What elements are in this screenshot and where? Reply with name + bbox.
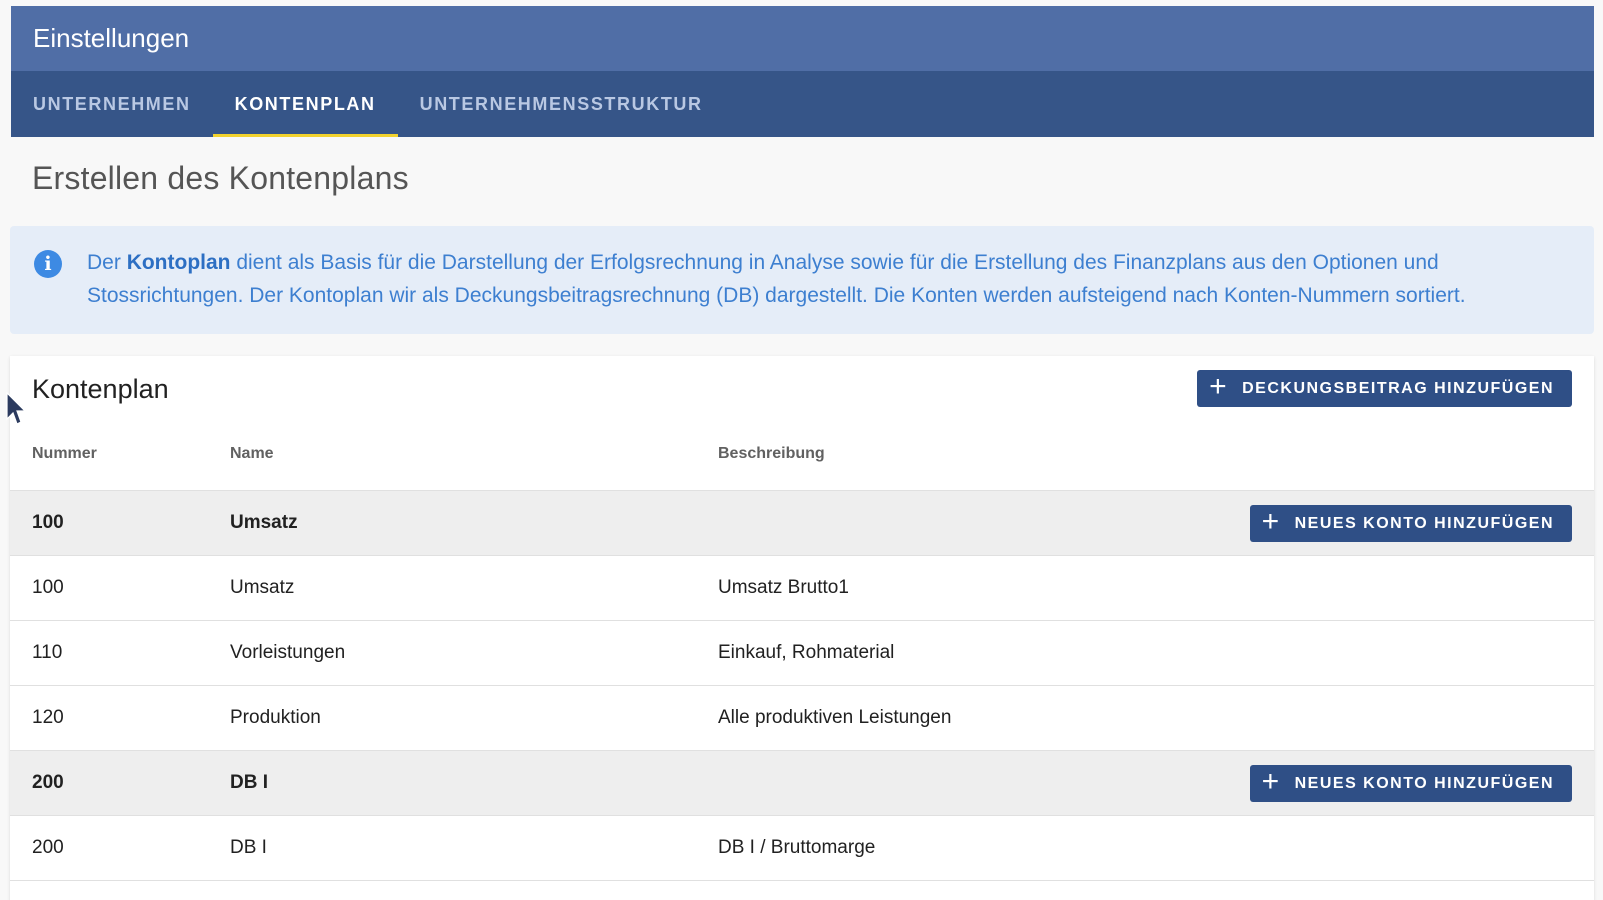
add-account-button[interactable]: + NEUES KONTO HINZUFÜGEN bbox=[1249, 505, 1572, 542]
cell-description: Einkauf, Rohmaterial bbox=[718, 642, 895, 663]
tab-unternehmensstruktur[interactable]: UNTERNEHMENSSTRUKTUR bbox=[398, 71, 725, 137]
app-header: Einstellungen UNTERNEHMEN KONTENPLAN UNT… bbox=[11, 6, 1594, 137]
info-text: dient als Basis für die Darstellung der … bbox=[87, 251, 1466, 307]
card-title: Kontenplan bbox=[32, 374, 169, 404]
add-account-button[interactable]: + NEUES KONTO HINZUFÜGEN bbox=[1249, 765, 1572, 802]
app: Einstellungen UNTERNEHMEN KONTENPLAN UNT… bbox=[0, 0, 1603, 900]
info-banner: i Der Kontoplan dient als Basis für die … bbox=[10, 226, 1594, 334]
cell-name: DB I bbox=[230, 772, 268, 793]
cell-name: DB I bbox=[230, 837, 267, 858]
cell-name: Produktion bbox=[230, 707, 321, 728]
cell-number: 200 bbox=[32, 772, 64, 793]
table-row[interactable]: 120 Produktion Alle produktiven Leistung… bbox=[10, 686, 1594, 751]
tab-unternehmen[interactable]: UNTERNEHMEN bbox=[11, 71, 213, 137]
tab-kontenplan[interactable]: KONTENPLAN bbox=[212, 71, 398, 137]
header-bar bbox=[11, 6, 1594, 71]
column-header-beschreibung[interactable]: Beschreibung bbox=[718, 426, 825, 490]
column-header-name[interactable]: Name bbox=[230, 426, 274, 490]
plus-icon: + bbox=[1261, 505, 1281, 538]
cell-number: 110 bbox=[32, 642, 63, 663]
add-account-label: NEUES KONTO HINZUFÜGEN bbox=[1294, 774, 1554, 792]
page-title: Erstellen des Kontenplans bbox=[32, 160, 409, 196]
cell-description: Umsatz Brutto1 bbox=[718, 577, 849, 598]
table-row-group[interactable]: 100 Umsatz + NEUES KONTO HINZUFÜGEN bbox=[10, 491, 1594, 556]
kontenplan-card: Kontenplan + DECKUNGSBEITRAG HINZUFÜGEN … bbox=[10, 356, 1594, 900]
cell-number: 120 bbox=[32, 707, 64, 728]
cell-number: 100 bbox=[32, 577, 64, 598]
table-row[interactable]: 100 Umsatz Umsatz Brutto1 bbox=[10, 556, 1594, 621]
cell-name: Vorleistungen bbox=[230, 642, 346, 663]
info-text-prefix: Der bbox=[87, 251, 127, 274]
plus-icon: + bbox=[1209, 370, 1229, 403]
plus-icon: + bbox=[1261, 765, 1281, 798]
table-row-group[interactable]: 200 DB I + NEUES KONTO HINZUFÜGEN bbox=[10, 751, 1594, 816]
cell-description: Alle produktiven Leistungen bbox=[718, 707, 952, 728]
add-deckungsbeitrag-button[interactable]: + DECKUNGSBEITRAG HINZUFÜGEN bbox=[1197, 370, 1572, 407]
table-header: Nummer Name Beschreibung bbox=[10, 426, 1594, 491]
table-row[interactable]: 110 Vorleistungen Einkauf, Rohmaterial bbox=[10, 621, 1594, 686]
table-row[interactable]: 200 DB I DB I / Bruttomarge bbox=[10, 816, 1594, 881]
info-text-bold: Kontoplan bbox=[126, 251, 231, 274]
header-title: Einstellungen bbox=[33, 23, 190, 53]
cell-number: 200 bbox=[32, 837, 64, 858]
column-header-nummer[interactable]: Nummer bbox=[32, 426, 97, 490]
cell-name: Umsatz bbox=[230, 577, 295, 598]
cell-name: Umsatz bbox=[230, 512, 298, 533]
cell-number: 100 bbox=[32, 512, 64, 533]
cell-description: DB I / Bruttomarge bbox=[718, 837, 876, 858]
add-deckungsbeitrag-label: DECKUNGSBEITRAG HINZUFÜGEN bbox=[1242, 379, 1554, 397]
add-account-label: NEUES KONTO HINZUFÜGEN bbox=[1294, 514, 1554, 532]
info-icon: i bbox=[34, 250, 62, 278]
tab-bar: UNTERNEHMEN KONTENPLAN UNTERNEHMENSSTRUK… bbox=[11, 71, 1594, 137]
kontenplan-table: Nummer Name Beschreibung 100 Umsatz + NE… bbox=[10, 426, 1594, 881]
mouse-cursor-icon bbox=[6, 392, 27, 425]
